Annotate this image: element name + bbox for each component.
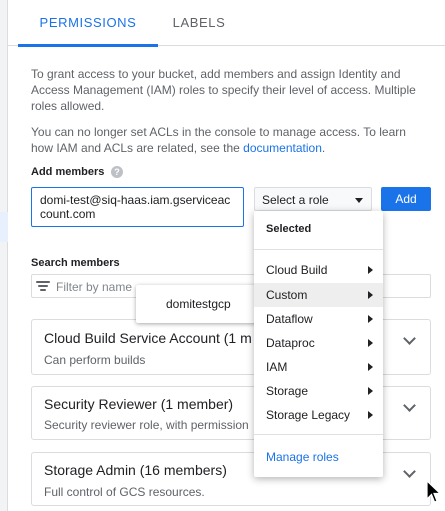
role-select[interactable]: Select a role [254, 187, 372, 211]
role-menu-item-label: IAM [266, 360, 288, 374]
add-button[interactable]: Add [381, 187, 431, 211]
member-card-title: Storage Admin (16 members) [44, 462, 227, 478]
left-panel-highlight [0, 212, 8, 242]
member-card-description: Full control of GCS resources. [44, 485, 205, 499]
role-menu-item-storage[interactable]: Storage [254, 379, 383, 403]
documentation-link[interactable]: documentation [243, 141, 322, 155]
acl-notice-text: You can no longer set ACLs in the consol… [31, 125, 406, 155]
tab-bar: PERMISSIONS LABELS [8, 0, 445, 47]
role-menu-item-label: Dataflow [266, 312, 313, 326]
role-menu-item-label: Storage Legacy [266, 408, 351, 422]
add-members-label: Add members [31, 166, 105, 178]
filter-placeholder: Filter by name [56, 280, 133, 294]
role-menu-item-label: Cloud Build [266, 263, 328, 277]
role-menu-item-storage-legacy[interactable]: Storage Legacy [254, 403, 383, 427]
role-menu-selected-header: Selected [266, 223, 312, 235]
member-suggestion[interactable]: domitestgcp [136, 285, 262, 323]
acl-notice: You can no longer set ACLs in the consol… [31, 124, 421, 156]
role-dropdown-menu: Selected Cloud Build Custom Dataflow Dat… [254, 211, 383, 477]
member-card-description: Can perform builds [44, 353, 146, 367]
caret-down-icon [355, 198, 363, 203]
search-members-label: Search members [31, 257, 120, 269]
chevron-right-icon [368, 291, 373, 299]
manage-roles-link[interactable]: Manage roles [266, 450, 339, 464]
chevron-right-icon [368, 411, 373, 419]
mouse-cursor-icon [426, 480, 442, 503]
menu-divider [254, 434, 383, 435]
chevron-right-icon [368, 339, 373, 347]
role-menu-item-cloud-build[interactable]: Cloud Build [254, 258, 383, 282]
role-menu-item-label: Custom [266, 288, 308, 302]
role-menu-item-label: Storage [266, 384, 309, 398]
role-menu-item-custom[interactable]: Custom [254, 283, 383, 307]
chevron-down-icon[interactable] [403, 332, 416, 345]
chevron-down-icon[interactable] [403, 399, 416, 412]
menu-divider [254, 249, 383, 250]
add-members-input[interactable]: domi-test@siq-haas.iam.gserviceaccount.c… [31, 187, 244, 227]
tab-permissions[interactable]: PERMISSIONS [18, 0, 158, 47]
acl-notice-end: . [321, 141, 326, 155]
member-card-title: Cloud Build Service Account (1 m [44, 330, 252, 346]
left-panel-edge [0, 0, 8, 511]
chevron-right-icon [368, 315, 373, 323]
role-menu-item-iam[interactable]: IAM [254, 355, 383, 379]
member-card-description: Security reviewer role, with permission [44, 418, 249, 432]
chevron-down-icon[interactable] [403, 465, 416, 478]
role-menu-item-dataproc[interactable]: Dataproc [254, 331, 383, 355]
filter-icon [36, 280, 50, 292]
member-card-title: Security Reviewer (1 member) [44, 396, 234, 412]
role-menu-item-label: Dataproc [266, 336, 315, 350]
chevron-right-icon [368, 387, 373, 395]
tab-labels[interactable]: LABELS [164, 0, 234, 46]
chevron-right-icon [368, 363, 373, 371]
chevron-right-icon [368, 266, 373, 274]
intro-text: To grant access to your bucket, add memb… [31, 67, 416, 113]
role-select-label: Select a role [262, 193, 329, 207]
help-icon[interactable]: ? [111, 166, 123, 178]
role-menu-item-dataflow[interactable]: Dataflow [254, 307, 383, 331]
